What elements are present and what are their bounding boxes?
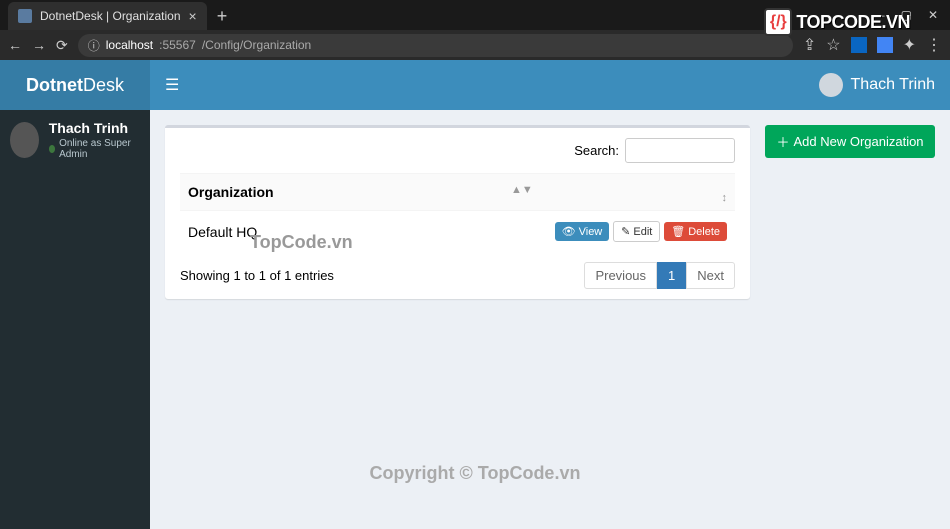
tab-favicon (18, 9, 32, 23)
url-path: /Config/Organization (202, 38, 311, 52)
page-1[interactable]: 1 (657, 262, 686, 289)
reload-icon[interactable]: ⟳ (56, 37, 68, 54)
status-dot-icon (49, 145, 55, 153)
add-organization-button[interactable]: ＋ Add New Organization (765, 125, 935, 158)
table-info: Showing 1 to 1 of 1 entries (180, 268, 334, 283)
eye-icon: 👁 (562, 225, 576, 238)
forward-icon[interactable]: → (32, 37, 46, 53)
cell-org-name: Default HQ (180, 211, 541, 253)
bookmark-icon[interactable]: ☆ (826, 35, 840, 55)
browser-titlebar: DotnetDesk | Organization × + — ▢ ✕ (0, 0, 950, 30)
minimize-icon[interactable]: — (873, 8, 885, 22)
window-controls: — ▢ ✕ (873, 8, 950, 22)
sidebar-status: Online as Super Admin (49, 138, 140, 160)
sidebar-status-text: Online as Super Admin (59, 138, 140, 160)
sort-icon: ↕ (722, 192, 728, 204)
new-tab-button[interactable]: + (207, 6, 238, 27)
user-panel: Thach Trinh Online as Super Admin (0, 110, 150, 170)
tab-close-icon[interactable]: × (189, 8, 197, 24)
content: Search: Organization ▲▼ ↕ (150, 110, 950, 529)
menu-dots-icon[interactable]: ⋮ (926, 35, 942, 55)
view-button[interactable]: 👁 View (555, 222, 610, 241)
side-actions: ＋ Add New Organization (765, 125, 935, 158)
linkedin-ext-icon[interactable] (851, 37, 867, 53)
organization-table-box: Search: Organization ▲▼ ↕ (165, 125, 750, 299)
close-window-icon[interactable]: ✕ (928, 8, 938, 22)
search-label: Search: (574, 143, 619, 158)
pencil-icon: ✎ (621, 225, 630, 238)
header-user[interactable]: Thach Trinh (819, 73, 950, 97)
organization-table: Organization ▲▼ ↕ Default HQ (180, 173, 735, 252)
sidebar-avatar (10, 122, 39, 158)
url-host: localhost (106, 38, 153, 52)
extension-icons: ⇪ ☆ ✦ ⋮ (803, 35, 942, 55)
logo-light: Desk (83, 75, 124, 95)
puzzle-ext-icon[interactable]: ✦ (903, 35, 916, 55)
col-actions[interactable]: ↕ (541, 174, 735, 211)
edit-button[interactable]: ✎ Edit (613, 221, 660, 242)
share-icon[interactable]: ⇪ (803, 35, 816, 55)
url-field[interactable]: ⓘ localhost :55567/Config/Organization (78, 34, 793, 57)
header-username: Thach Trinh (851, 76, 935, 94)
sidebar-toggle-icon[interactable]: ☰ (150, 75, 194, 95)
page-prev[interactable]: Previous (584, 262, 657, 289)
search-input[interactable] (625, 138, 735, 163)
maximize-icon[interactable]: ▢ (901, 8, 912, 22)
plus-icon: ＋ (776, 132, 789, 151)
col-organization[interactable]: Organization ▲▼ (180, 174, 541, 211)
sort-asc-icon: ▲▼ (511, 184, 533, 196)
app-logo[interactable]: DotnetDesk (0, 60, 150, 110)
info-icon: ⓘ (88, 37, 100, 54)
sidebar-username: Thach Trinh (49, 120, 140, 136)
page-next[interactable]: Next (686, 262, 735, 289)
back-icon[interactable]: ← (8, 37, 22, 53)
translate-ext-icon[interactable] (877, 37, 893, 53)
avatar-icon (819, 73, 843, 97)
table-row: Default HQ 👁 View ✎ Edit 🗑 (180, 211, 735, 253)
delete-button[interactable]: 🗑 Delete (664, 222, 727, 241)
browser-tab[interactable]: DotnetDesk | Organization × (8, 2, 207, 30)
trash-icon: 🗑 (671, 225, 685, 238)
browser-address-bar: ← → ⟳ ⓘ localhost :55567/Config/Organizat… (0, 30, 950, 60)
app-header: DotnetDesk ☰ Thach Trinh (0, 60, 950, 110)
tab-title: DotnetDesk | Organization (40, 9, 181, 23)
pagination: Previous 1 Next (584, 262, 735, 289)
url-port: :55567 (159, 38, 196, 52)
sidebar: Thach Trinh Online as Super Admin (0, 110, 150, 529)
logo-bold: Dotnet (26, 75, 83, 95)
